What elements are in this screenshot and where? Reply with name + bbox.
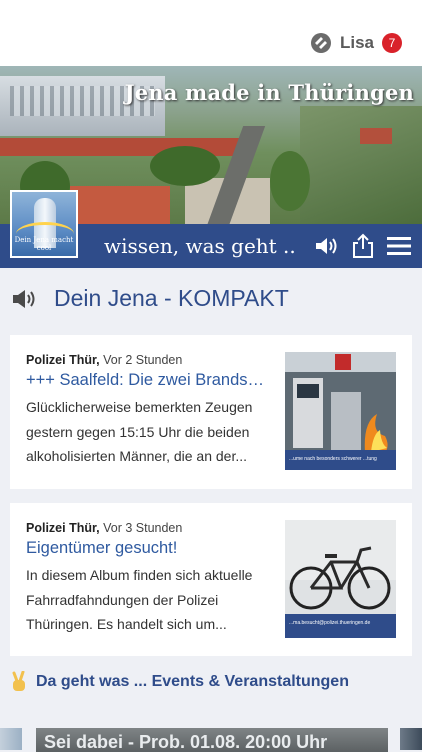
news-source: Polizei Thür, [26, 353, 100, 367]
thumb-caption: ...ma.besucht@polizei.thueringen.de [289, 620, 370, 626]
menu-button[interactable] [384, 232, 414, 260]
user-account[interactable]: Lisa 7 [310, 32, 402, 54]
banner-building [360, 128, 392, 144]
news-excerpt: Glücklicherweise bemerkten Zeugen gester… [26, 399, 253, 464]
news-card[interactable]: Polizei Thür, Vor 3 Stunden Eigentümer g… [10, 503, 412, 656]
section-header: Dein Jena - KOMPAKT [10, 285, 289, 312]
banner-tree [150, 146, 220, 186]
section-title: Dein Jena - KOMPAKT [54, 285, 289, 311]
news-meta: Polizei Thür, Vor 3 Stunden [26, 521, 182, 535]
victory-hand-icon [12, 671, 25, 691]
news-excerpt: In diesem Album finden sich aktuelle Fah… [26, 567, 253, 632]
carousel-next-item[interactable] [400, 728, 422, 750]
notification-badge[interactable]: 7 [382, 33, 402, 53]
banner-title: Jena made in Thüringen [124, 80, 414, 105]
share-button[interactable] [348, 232, 378, 260]
news-headline[interactable]: Eigentümer gesucht! [26, 539, 268, 558]
share-icon [353, 233, 373, 258]
site-logo[interactable]: Dein Jena macht cool [10, 190, 78, 258]
news-thumbnail[interactable]: ...ma.besucht@polizei.thueringen.de [285, 520, 396, 638]
speaker-icon [316, 238, 337, 254]
hamburger-icon [387, 237, 411, 255]
thumb-caption: ...ume nach besonders schwerer ...tung [289, 456, 377, 462]
loudspeaker-icon [13, 289, 35, 308]
news-time: Vor 3 Stunden [103, 521, 183, 535]
events-header[interactable]: Da geht was ... Events & Veranstaltungen [10, 671, 349, 693]
user-logo-icon [310, 33, 331, 53]
banner-building [70, 186, 170, 224]
carousel-prev-item[interactable] [0, 728, 22, 750]
bicycle-image: ...ma.besucht@polizei.thueringen.de [285, 520, 396, 638]
top-bar: Lisa 7 [0, 0, 422, 66]
news-time: Vor 2 Stunden [103, 353, 183, 367]
fuel-station-fire-image: ...ume nach besonders schwerer ...tung [285, 352, 396, 470]
news-card[interactable]: Polizei Thür, Vor 2 Stunden +++ Saalfeld… [10, 335, 412, 489]
events-title: Da geht was ... Events & Veranstaltungen [36, 673, 349, 690]
banner-park [300, 106, 422, 224]
logo-text: Dein Jena macht cool [14, 236, 74, 252]
user-name[interactable]: Lisa [340, 33, 374, 53]
news-meta: Polizei Thür, Vor 2 Stunden [26, 353, 182, 367]
event-strip-text: Sei dabei - Prob. 01.08. 20:00 Uhr [44, 732, 328, 752]
event-carousel-item[interactable]: Sei dabei - Prob. 01.08. 20:00 Uhr [36, 728, 388, 752]
banner-tree [270, 151, 310, 211]
news-thumbnail[interactable]: ...ume nach besonders schwerer ...tung [285, 352, 396, 470]
news-source: Polizei Thür, [26, 521, 100, 535]
sound-button[interactable] [312, 232, 342, 260]
tagline: wissen, was geht .. [104, 234, 296, 258]
news-headline[interactable]: +++ Saalfeld: Die zwei Brandstift... [26, 371, 268, 390]
